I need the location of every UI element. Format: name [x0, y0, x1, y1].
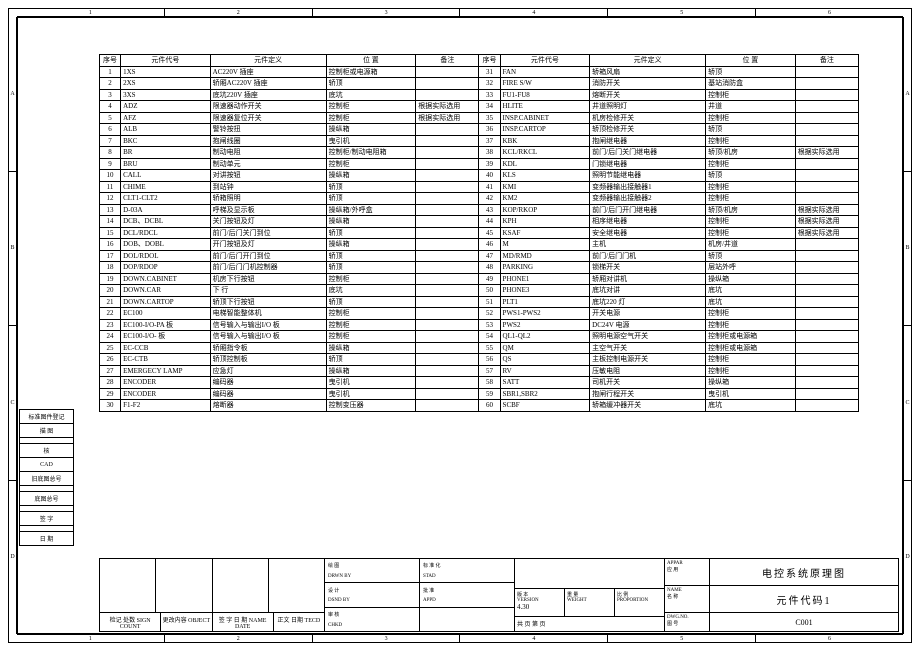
tb-sign: 检记 处数 SIGN COUNT — [100, 613, 161, 631]
tb-chkd: CHKD — [328, 623, 416, 628]
table-row: 24EC100-I/O- 板信号输入与输出I/O 板控制柜54QL1-QL2照明… — [100, 331, 859, 343]
tb-tecd: 正文 日期 TECD — [274, 613, 324, 631]
table-row: 5AFZ限速器复位开关控制柜根据实际选用35INSP.CABINET机房检修开关… — [100, 112, 859, 124]
table-row: 9BRU制动单元控制柜39KDL门锁继电器控制柜 — [100, 158, 859, 170]
table-row: 19DOWN.CABINET机房下行按钮控制柜49PHONE1轿厢对讲机操纵箱 — [100, 273, 859, 285]
drawing-name: 元件代码1 — [710, 586, 898, 612]
tb-appd: APPD — [423, 598, 511, 603]
table-row: 12CLT1-CLT2轿箱照明轿顶42KM2变频器输出接触器2控制柜 — [100, 193, 859, 205]
table-row: 29ENCODER编码器曳引机59SBR1,SBR2抱闸行程开关曳引机 — [100, 388, 859, 400]
tb-version: 4.30 — [517, 603, 562, 611]
table-row: 26EC-CTB轿顶控制板轿顶56QS主板控制电源开关控制柜 — [100, 354, 859, 366]
hdr-note: 备注 — [416, 55, 479, 67]
hdr-def: 元件定义 — [210, 55, 326, 67]
tb-weight: WEIGHT — [567, 598, 612, 603]
title-block: 检记 处数 SIGN COUNT 更改内容 OBJECT 签 字 日 期 NAM… — [99, 558, 899, 632]
side-label-block: 标准图件登记 描 图 核 CAD 旧底图总号 底图总号 签 字 日 期 — [19, 409, 74, 546]
hdr-code-r: 元件代号 — [500, 55, 590, 67]
table-row: 18DOP/RDOP前门/后门门机控制器轿顶48PARKING锁梯开关层站外呼 — [100, 262, 859, 274]
table-row: 11XSAC220V 插座控制柜或电源箱31FAN轿箱风扇轿顶 — [100, 66, 859, 78]
tb-sign2: 签 字 日 期 NAME DATE — [213, 613, 274, 631]
table-row: 23EC100-I/O-PA 板信号输入与输出I/O 板控制柜53PWS2DC2… — [100, 319, 859, 331]
table-row: 22XS轿厢AC220V 插座轿顶32FIRE S/W消防开关基站消防盒 — [100, 78, 859, 90]
table-row: 11CHIME到站钟轿顶41KMI变频器输出接触器1控制柜 — [100, 181, 859, 193]
table-row: 8BR制动电阻控制柜/制动电阻箱38KCL/RKCL前门/后门关门继电器轿顶/机… — [100, 147, 859, 159]
drawing-title: 电控系统原理图 — [710, 559, 898, 585]
drawing-outer-frame: 123456 123456 ABCD ABCD 序号 元件代号 元件定义 位 置… — [8, 8, 912, 643]
ruler-right: ABCD — [903, 17, 911, 634]
hdr-seq: 序号 — [100, 55, 121, 67]
table-row: 16DOB、DOBL开门按钮及灯操纵箱46M主机机房/井道 — [100, 239, 859, 251]
tb-dsnd: DSND BY — [328, 598, 416, 603]
hdr-def-r: 元件定义 — [590, 55, 706, 67]
hdr-pos: 位 置 — [326, 55, 416, 67]
tb-proportion: PROPORTION — [617, 598, 662, 603]
table-row: 6ALB警铃按扭操纵箱36INSP.CARTOP轿顶检修开关轿顶 — [100, 124, 859, 136]
table-row: 33XS底坑220V 插座底坑33FU1-FU8熔断开关控制柜 — [100, 89, 859, 101]
table-row: 10CALL对讲按钮操纵箱40KLS照明节能继电器轿顶 — [100, 170, 859, 182]
table-row: 15DCL/RDCL前门/后门关门到位轿顶45KSAF安全继电器控制柜根据实际选… — [100, 227, 859, 239]
table-row: 17DOL/RDOL前门/后门开门到位轿顶47MD/RMD前门/后门门机轿顶 — [100, 250, 859, 262]
hdr-code: 元件代号 — [121, 55, 211, 67]
table-row: 27EMERGECY LAMP应急灯操纵箱57RV压敏电阻控制柜 — [100, 365, 859, 377]
hdr-note-r: 备注 — [795, 55, 858, 67]
table-row: 30F1-F2熔断器控制变压器60SCBF轿箱缓冲器开关底坑 — [100, 400, 859, 412]
ruler-top: 123456 — [17, 9, 903, 17]
table-row: 21DOWN.CARTOP轿顶下行按钮轿顶51PLT1底坑220 灯底坑 — [100, 296, 859, 308]
drawing-number: C001 — [710, 613, 898, 631]
table-row: 20DOWN.CAR下 行底坑50PHONE3底坑对讲底坑 — [100, 285, 859, 297]
parts-table: 序号 元件代号 元件定义 位 置 备注 序号 元件代号 元件定义 位 置 备注 … — [99, 54, 859, 412]
hdr-pos-r: 位 置 — [706, 55, 796, 67]
table-row: 22EC100电梯智能整体机控制柜52PWS1-PWS2开关电源控制柜 — [100, 308, 859, 320]
tb-drwn: DRWN BY — [328, 574, 416, 579]
table-header-row: 序号 元件代号 元件定义 位 置 备注 序号 元件代号 元件定义 位 置 备注 — [100, 55, 859, 67]
table-row: 4ADZ限速器动作开关控制柜根据实际选用34HLITE井道照明灯井道 — [100, 101, 859, 113]
table-row: 7BKC抱闸线圈曳引机37KBK抱闸继电器控制柜 — [100, 135, 859, 147]
table-row: 25EC-CCB轿厢指令板操纵箱55QM主空气开关控制柜或电源箱 — [100, 342, 859, 354]
tb-sheet: 共 页 第 页 — [515, 617, 664, 631]
table-row: 13D-03A呼梯及显示板操纵箱/外呼盒43KOP/RKOP前门/后门开门继电器… — [100, 204, 859, 216]
ruler-left: ABCD — [9, 17, 17, 634]
ruler-bottom: 123456 — [17, 634, 903, 642]
tb-change: 更改内容 OBJECT — [161, 613, 212, 631]
table-row: 14DCB、DCBL关门按钮及灯操纵箱44KPH相序继电器控制柜根据实际选用 — [100, 216, 859, 228]
table-row: 28ENCODER编码器曳引机58SATT司机开关操纵箱 — [100, 377, 859, 389]
tb-stad: STAD — [423, 574, 511, 579]
hdr-seq-r: 序号 — [479, 55, 500, 67]
